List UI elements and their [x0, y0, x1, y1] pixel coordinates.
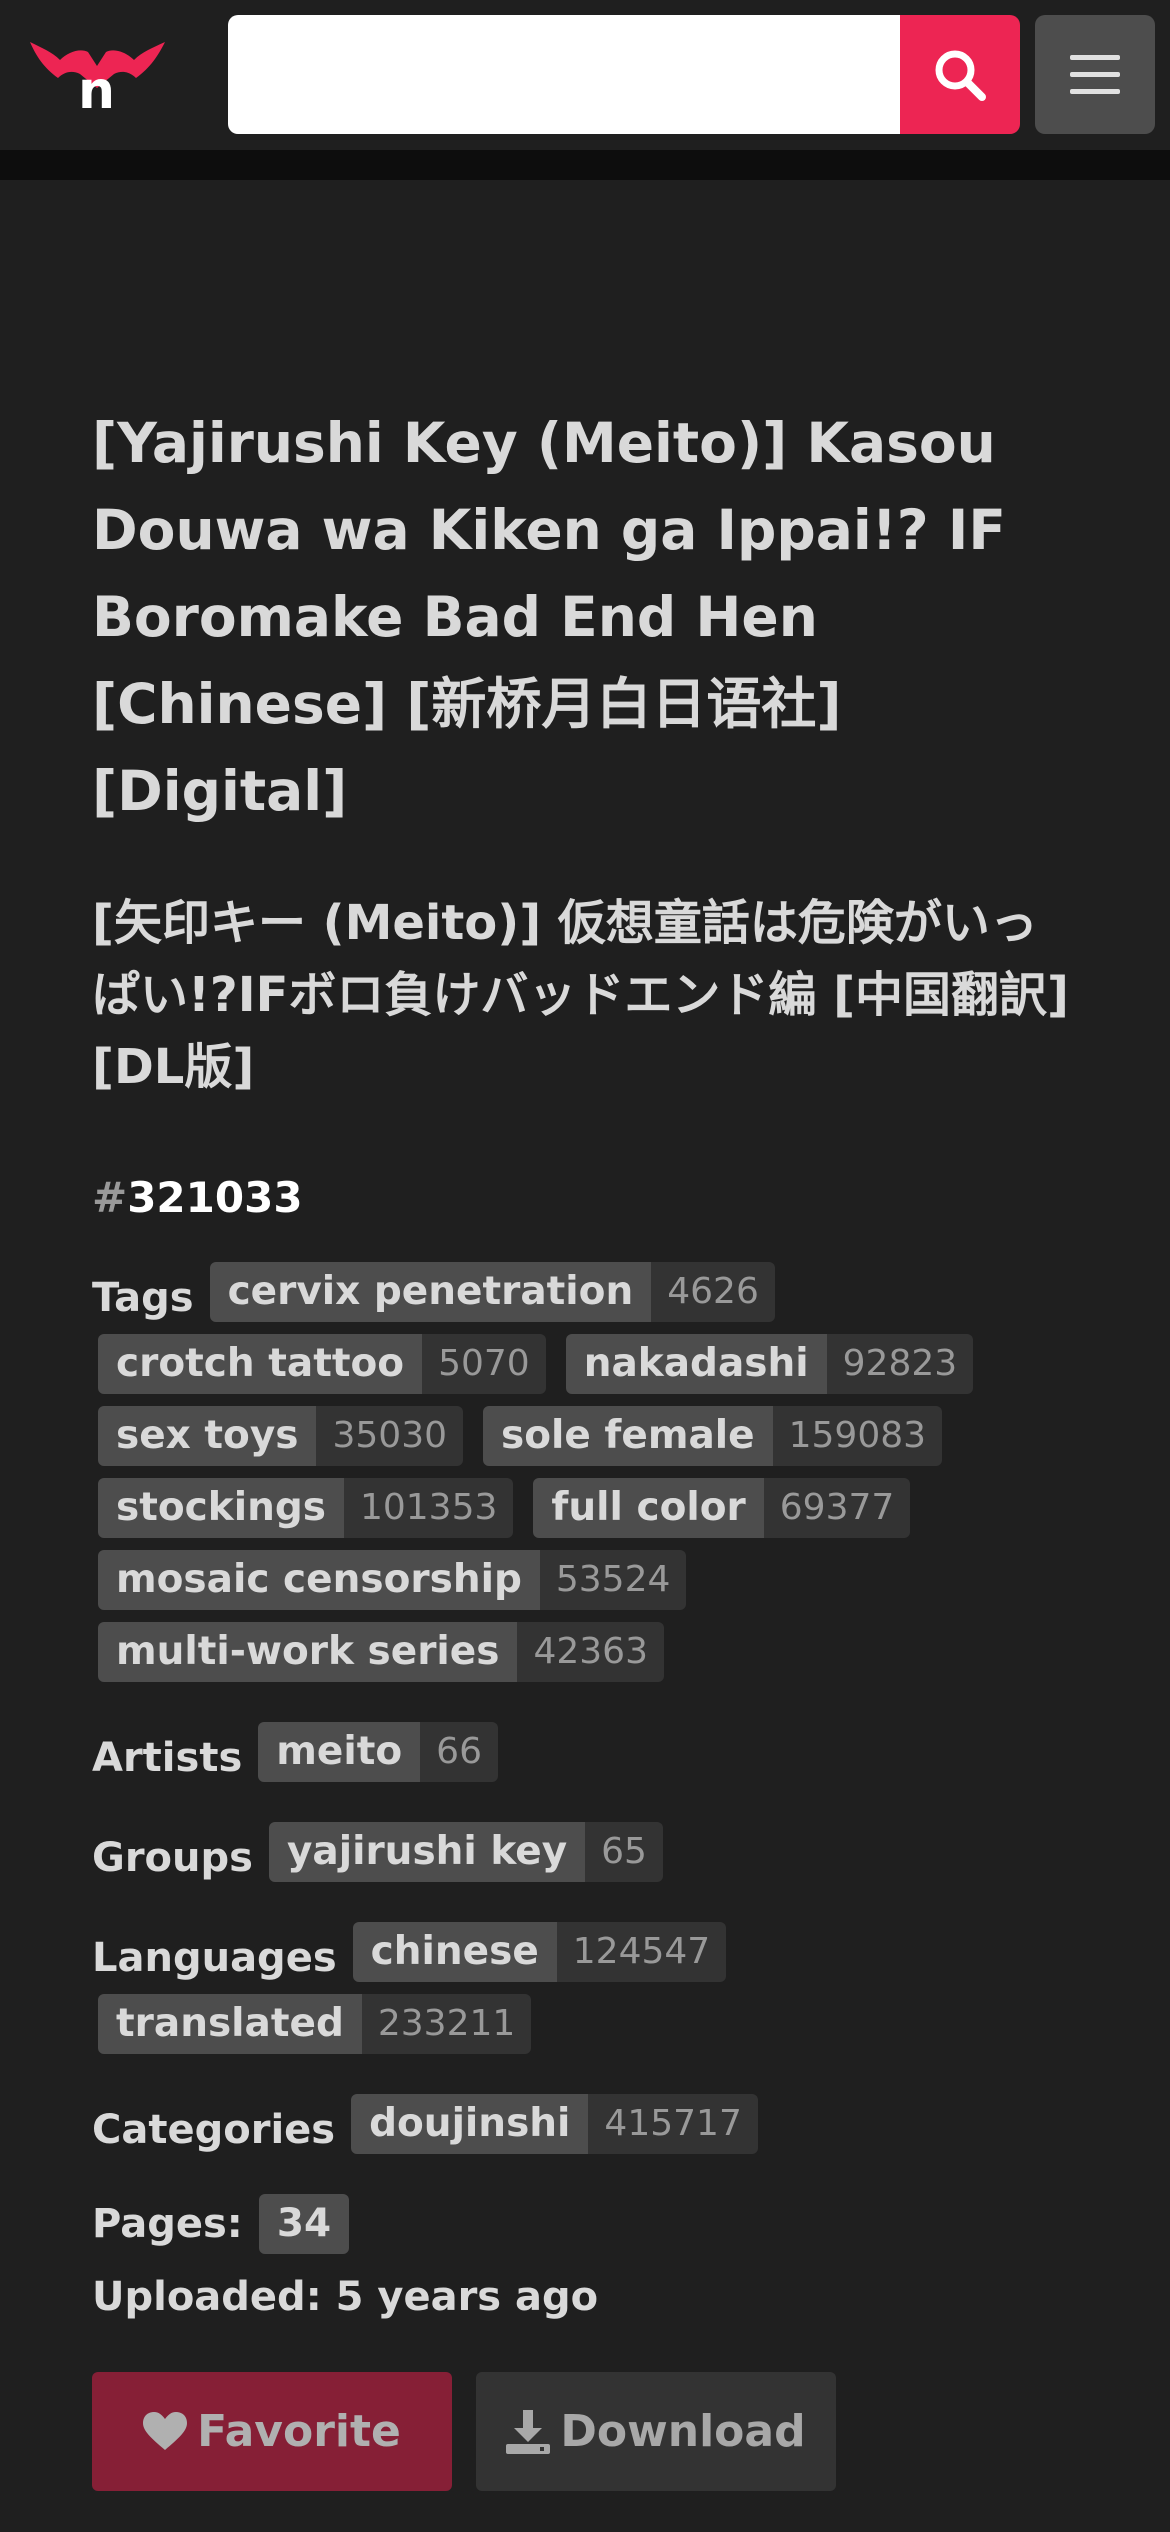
search-input[interactable]: [228, 15, 901, 134]
tag-count: 5070: [422, 1334, 546, 1394]
action-buttons: Favorite Download: [92, 2372, 836, 2491]
tags-row: Tags cervix penetration 4626 crotch tatto…: [92, 1262, 1092, 1694]
tag-count: 53524: [539, 1550, 687, 1610]
search-icon: [935, 50, 986, 101]
tag-name: sole female: [483, 1406, 773, 1466]
site-logo[interactable]: n: [30, 38, 165, 121]
favorite-label: Favorite: [197, 2406, 401, 2457]
artists-label: Artists: [92, 1735, 243, 1781]
tag-sole-female[interactable]: sole female 159083: [483, 1406, 943, 1466]
search-button[interactable]: [900, 15, 1020, 134]
pages-count[interactable]: 34: [258, 2194, 350, 2254]
tag-count: 159083: [772, 1406, 943, 1466]
tag-name: full color: [533, 1478, 764, 1538]
tag-count: 65: [585, 1822, 663, 1882]
uploaded-row: Uploaded: 5 years ago: [92, 2274, 1092, 2320]
tag-name: multi-work series: [98, 1622, 518, 1682]
languages-row: Languages chinese 124547 translated 233211: [92, 1922, 1092, 2066]
tag-count: 42363: [517, 1622, 664, 1682]
navbar-divider: [0, 150, 1170, 180]
tag-count: 92823: [826, 1334, 974, 1394]
gallery-title-japanese: [矢印キー (Meito)] 仮想童話は危険がいっぱい!?IFボロ負けバッドエン…: [92, 895, 1069, 1095]
tag-count: 4626: [651, 1262, 775, 1322]
tag-name: chinese: [352, 1922, 557, 1982]
bat-wing-logo-icon: n: [30, 42, 165, 121]
tag-count: 124547: [556, 1922, 727, 1982]
favorite-button[interactable]: Favorite: [92, 2372, 452, 2491]
download-icon: [506, 2409, 551, 2454]
tag-count: 69377: [763, 1478, 911, 1538]
download-button[interactable]: Download: [476, 2372, 836, 2491]
gallery-id: #321033: [92, 1173, 1082, 1222]
gallery-id-hash: #: [92, 1173, 128, 1222]
tag-artist-meito[interactable]: meito 66: [258, 1722, 498, 1782]
tag-full-color[interactable]: full color 69377: [533, 1478, 911, 1538]
svg-text:n: n: [78, 61, 115, 110]
hamburger-menu-icon: [1070, 55, 1120, 60]
navbar: n: [0, 0, 1170, 150]
gallery-title-english: [Yajirushi Key (Meito)] Kasou Douwa wa K…: [92, 411, 1006, 823]
uploaded-label: Uploaded:: [92, 2274, 322, 2320]
tag-category-doujinshi[interactable]: doujinshi 415717: [351, 2094, 758, 2154]
tags-section: Tags cervix penetration 4626 crotch tatto…: [92, 1262, 1092, 2320]
tag-name: doujinshi: [351, 2094, 589, 2154]
tag-name: mosaic censorship: [98, 1550, 540, 1610]
tag-name: stockings: [98, 1478, 344, 1538]
uploaded-value: 5 years ago: [335, 2274, 599, 2320]
tag-crotch-tattoo[interactable]: crotch tattoo 5070: [98, 1334, 546, 1394]
tag-count: 35030: [316, 1406, 464, 1466]
download-label: Download: [560, 2406, 806, 2457]
hamburger-menu-icon-bar: [1070, 89, 1120, 94]
tag-sex-toys[interactable]: sex toys 35030: [98, 1406, 464, 1466]
tag-name: sex toys: [98, 1406, 317, 1466]
tag-name: crotch tattoo: [98, 1334, 423, 1394]
tag-mosaic-censorship[interactable]: mosaic censorship 53524: [98, 1550, 687, 1610]
tag-name: nakadashi: [565, 1334, 827, 1394]
tag-count: 101353: [343, 1478, 514, 1538]
tag-multi-work-series[interactable]: multi-work series 42363: [98, 1622, 664, 1682]
languages-label: Languages: [92, 1935, 337, 1981]
hamburger-menu-icon-bar: [1070, 72, 1120, 77]
tag-name: translated: [98, 1994, 362, 2054]
pages-row: Pages: 34: [92, 2194, 1092, 2254]
tag-name: meito: [258, 1722, 421, 1782]
tag-group-yajirushi-key[interactable]: yajirushi key 65: [268, 1822, 663, 1882]
tag-language-chinese[interactable]: chinese 124547: [352, 1922, 727, 1982]
tag-stockings[interactable]: stockings 101353: [98, 1478, 514, 1538]
gallery-info: [Yajirushi Key (Meito)] Kasou Douwa wa K…: [92, 400, 1082, 1222]
categories-label: Categories: [92, 2107, 336, 2153]
gallery-id-number: 321033: [127, 1173, 303, 1222]
tag-count: 233211: [361, 1994, 532, 2054]
tag-count: 415717: [588, 2094, 758, 2154]
groups-row: Groups yajirushi key 65: [92, 1822, 1092, 1894]
tag-name: cervix penetration: [209, 1262, 652, 1322]
tag-cervix-penetration[interactable]: cervix penetration 4626: [209, 1262, 775, 1322]
tag-nakadashi[interactable]: nakadashi 92823: [565, 1334, 974, 1394]
tag-count: 66: [420, 1722, 498, 1782]
menu-button[interactable]: [1035, 15, 1155, 134]
tag-name: yajirushi key: [268, 1822, 586, 1882]
pages-label: Pages:: [92, 2201, 243, 2247]
artists-row: Artists meito 66: [92, 1722, 1092, 1794]
tags-label: Tags: [92, 1275, 194, 1321]
groups-label: Groups: [92, 1835, 253, 1881]
heart-icon: [143, 2411, 188, 2450]
tag-language-translated[interactable]: translated 233211: [98, 1994, 532, 2054]
categories-row: Categories doujinshi 415717: [92, 2094, 1092, 2166]
